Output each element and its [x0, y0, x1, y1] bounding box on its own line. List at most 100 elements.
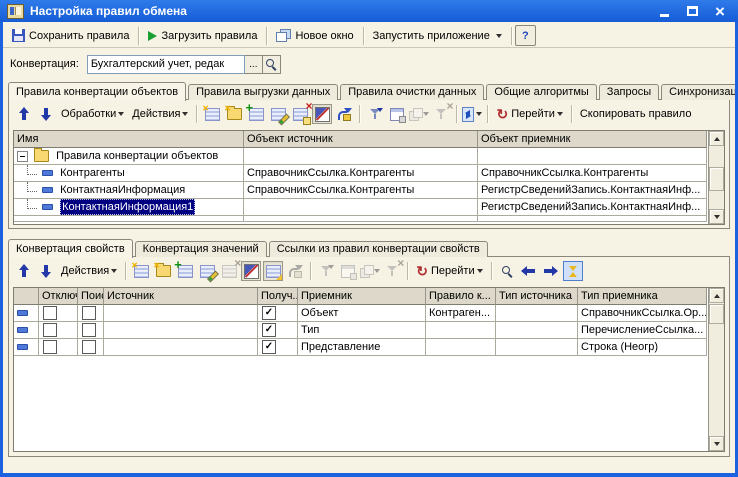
- add-group-button[interactable]: [131, 261, 151, 281]
- search-checkbox[interactable]: [82, 306, 96, 320]
- edit-item-button[interactable]: [197, 261, 217, 281]
- move-up-button[interactable]: [14, 261, 34, 281]
- tab-synchronization[interactable]: Синхронизация: [661, 84, 735, 100]
- delete-item-button[interactable]: [290, 104, 310, 124]
- help-button[interactable]: ?: [515, 25, 536, 46]
- close-button[interactable]: [709, 2, 731, 20]
- tree-collapse-icon[interactable]: [17, 151, 28, 162]
- column-header-receiver[interactable]: Приемник: [298, 288, 426, 305]
- table-row[interactable]: Контрагенты СправочникСсылка.Контрагенты…: [14, 165, 708, 182]
- tab-queries[interactable]: Запросы: [599, 84, 659, 100]
- new-window-button[interactable]: Новое окно: [270, 25, 359, 47]
- column-header-disable[interactable]: Отключи...: [39, 288, 78, 305]
- table-row[interactable]: Правила конвертации объектов: [14, 148, 708, 165]
- tab-common-algorithms[interactable]: Общие алгоритмы: [486, 84, 596, 100]
- table-row[interactable]: КонтактнаяИнформация СправочникСсылка.Ко…: [14, 182, 708, 199]
- add-group-button[interactable]: [202, 104, 222, 124]
- clear-filter-button[interactable]: [431, 104, 451, 124]
- go-menu-button[interactable]: Перейти: [413, 263, 485, 279]
- column-header-marker[interactable]: [14, 288, 39, 305]
- scrollbar-thumb[interactable]: [709, 167, 724, 191]
- column-header-source-object[interactable]: Объект источник: [244, 131, 478, 148]
- chevron-down-icon: [496, 34, 502, 38]
- column-header-name[interactable]: Имя: [14, 131, 244, 148]
- tab-data-clearing-rules[interactable]: Правила очистки данных: [340, 84, 484, 100]
- back-button[interactable]: [519, 261, 539, 281]
- column-header-search[interactable]: Поиск: [78, 288, 104, 305]
- scroll-down-button[interactable]: [709, 436, 724, 451]
- actions-menu-button[interactable]: Действия: [129, 107, 191, 121]
- copy-filter-button[interactable]: [360, 261, 380, 281]
- move-down-button[interactable]: [36, 104, 56, 124]
- search-checkbox[interactable]: [82, 340, 96, 354]
- maximize-button[interactable]: [681, 2, 703, 20]
- tab-value-conversion[interactable]: Конвертация значений: [135, 241, 267, 257]
- tab-links-from-property-rules[interactable]: Ссылки из правил конвертации свойств: [269, 241, 488, 257]
- filter-settings-button[interactable]: [387, 104, 407, 124]
- add-folder-button[interactable]: [224, 104, 244, 124]
- exchange-button[interactable]: [462, 104, 482, 124]
- edit-item-button[interactable]: [268, 104, 288, 124]
- property-row[interactable]: ✓ Объект Контраген... СправочникСсылка.О…: [14, 305, 708, 322]
- scroll-down-icon: [714, 442, 720, 446]
- tab-data-export-rules[interactable]: Правила выгрузки данных: [188, 84, 338, 100]
- tab-property-conversion[interactable]: Конвертация свойств: [8, 239, 133, 258]
- receive-checkbox[interactable]: ✓: [262, 323, 276, 337]
- vertical-scrollbar[interactable]: [708, 288, 724, 451]
- go-menu-button[interactable]: Перейти: [493, 106, 565, 122]
- delete-item-button[interactable]: [219, 261, 239, 281]
- conversion-browse-button[interactable]: ...: [245, 55, 263, 74]
- column-header-receive[interactable]: Получ...: [258, 288, 298, 305]
- property-row[interactable]: ✓ Тип ПеречислениеСсылка...: [14, 322, 708, 339]
- filter-settings-button[interactable]: [338, 261, 358, 281]
- move-item-button[interactable]: [334, 104, 354, 124]
- scroll-down-button[interactable]: [709, 209, 724, 224]
- load-rules-button[interactable]: Загрузить правила: [142, 25, 263, 47]
- column-header-target-type[interactable]: Тип приемника: [578, 288, 707, 305]
- vertical-scrollbar[interactable]: [708, 131, 724, 224]
- column-header-source[interactable]: Источник: [104, 288, 258, 305]
- title-bar[interactable]: Настройка правил обмена: [0, 0, 738, 22]
- table-row-selected[interactable]: КонтактнаяИнформация1 РегистрСведенийЗап…: [14, 199, 708, 216]
- column-header-rule[interactable]: Правило к...: [426, 288, 496, 305]
- wait-toggle-button[interactable]: [563, 261, 583, 281]
- disable-checkbox[interactable]: [43, 323, 57, 337]
- mark-deletion-toggle-button[interactable]: [241, 261, 261, 281]
- move-down-button[interactable]: [36, 261, 56, 281]
- add-item-button[interactable]: [175, 261, 195, 281]
- column-header-source-type[interactable]: Тип источника: [496, 288, 578, 305]
- sort-filter-button[interactable]: [365, 104, 385, 124]
- disable-checkbox[interactable]: [43, 306, 57, 320]
- disable-checkbox[interactable]: [43, 340, 57, 354]
- search-button[interactable]: [497, 261, 517, 281]
- toolbar-separator: [196, 105, 197, 123]
- run-application-button[interactable]: Запустить приложение: [367, 25, 508, 47]
- conversion-input[interactable]: [87, 55, 245, 74]
- scroll-up-button[interactable]: [709, 288, 724, 303]
- sort-filter-button[interactable]: [316, 261, 336, 281]
- actions-menu-button[interactable]: Действия: [58, 264, 120, 278]
- mark-deletion-toggle-button[interactable]: [312, 104, 332, 124]
- save-rules-button[interactable]: Сохранить правила: [6, 25, 135, 47]
- copy-rule-button[interactable]: Скопировать правило: [577, 107, 695, 121]
- tab-object-conversion-rules[interactable]: Правила конвертации объектов: [8, 82, 186, 101]
- scroll-up-button[interactable]: [709, 131, 724, 146]
- copy-filter-button[interactable]: [409, 104, 429, 124]
- add-item-button[interactable]: [246, 104, 266, 124]
- scrollbar-thumb[interactable]: [709, 304, 724, 324]
- receive-checkbox[interactable]: ✓: [262, 340, 276, 354]
- item-icon: [17, 327, 28, 333]
- forward-button[interactable]: [541, 261, 561, 281]
- move-item-button[interactable]: [285, 261, 305, 281]
- column-header-target-object[interactable]: Объект приемник: [478, 131, 707, 148]
- property-row[interactable]: ✓ Представление Строка (Неогр): [14, 339, 708, 356]
- conversion-search-button[interactable]: [263, 55, 281, 74]
- processings-menu-button[interactable]: Обработки: [58, 107, 127, 121]
- clear-filter-button[interactable]: [382, 261, 402, 281]
- receive-checkbox[interactable]: ✓: [262, 306, 276, 320]
- sort-order-button[interactable]: [263, 261, 283, 281]
- add-folder-button[interactable]: [153, 261, 173, 281]
- move-up-button[interactable]: [14, 104, 34, 124]
- minimize-button[interactable]: [653, 2, 675, 20]
- search-checkbox[interactable]: [82, 323, 96, 337]
